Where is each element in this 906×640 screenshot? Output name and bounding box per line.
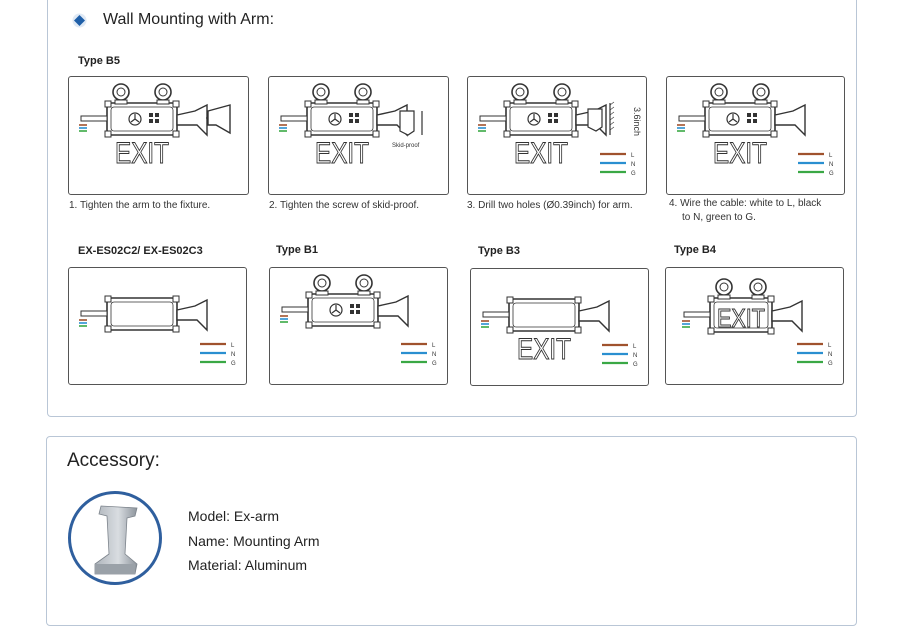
step-1-caption: 1. Tighten the arm to the fixture.: [69, 200, 211, 211]
fixture-housing: [304, 100, 380, 138]
wire-label: L: [231, 343, 235, 349]
wire-label: N: [231, 352, 235, 358]
model-label-b3: Type B3: [478, 245, 520, 257]
mounting-arm-part: [176, 298, 208, 332]
model-b1-diagram: LNG: [269, 267, 448, 385]
wire-label: L: [828, 343, 832, 349]
fixture-housing: [503, 100, 579, 138]
fixture-housing: [702, 100, 778, 138]
lamp-head-icon: [749, 278, 767, 296]
wire-label: N: [829, 162, 833, 168]
dimension-label: 3.6inch: [632, 107, 642, 136]
accessory-material: Material: Aluminum: [188, 557, 308, 573]
mounting-arm-part: [176, 103, 208, 137]
lamp-head-icon: [154, 83, 172, 101]
wire-label: L: [631, 153, 635, 159]
mounting-arm-part: [774, 103, 806, 137]
model-label-b1: Type B1: [276, 244, 318, 256]
step-2-caption: 2. Tighten the screw of skid-proof.: [269, 200, 420, 211]
wire-label: G: [631, 171, 636, 177]
step-4-caption-cont: to N, green to G.: [682, 212, 756, 223]
skid-proof-icon: [399, 110, 415, 136]
accessory-model: Model: Ex-arm: [188, 508, 280, 524]
wire-label: L: [829, 153, 833, 159]
mounting-arm-icon: [94, 505, 138, 575]
drill-bracket-icon: [587, 108, 603, 132]
wire-label: N: [828, 352, 832, 358]
accessory-title: Accessory:: [67, 450, 160, 471]
wire-label: G: [231, 361, 236, 367]
fixture-housing: [104, 100, 180, 138]
arm-piece-icon: [207, 104, 231, 135]
step-3-diagram: EXIT L N G 3.6inch: [467, 76, 647, 195]
lamp-head-icon: [752, 83, 770, 101]
mounting-arm-part: [771, 299, 803, 333]
exit-sign-text: EXIT: [517, 333, 571, 366]
fixture-housing: [506, 296, 582, 334]
exit-sign-text: EXIT: [115, 137, 169, 170]
exit-sign-text: EXIT: [514, 137, 568, 170]
model-label-b4: Type B4: [674, 244, 716, 256]
lamp-head-icon: [312, 83, 330, 101]
exit-sign-text: EXIT: [713, 137, 767, 170]
step-4-caption: 4. Wire the cable: white to L, black: [669, 198, 822, 209]
lamp-head-icon: [511, 83, 529, 101]
fixture-housing: [305, 291, 381, 329]
diamond-bullet-icon: [72, 13, 87, 28]
model-b4-diagram: EXIT L N G: [665, 267, 844, 385]
step-2-diagram: EXIT Skid-proof: [268, 76, 449, 195]
exit-sign-text: EXIT: [717, 303, 765, 333]
mounting-arm-part: [377, 294, 409, 328]
model-label-c2-c3: EX-ES02C2/ EX-ES02C3: [78, 245, 203, 257]
type-b5-label: Type B5: [78, 55, 120, 67]
accessory-panel: [46, 436, 857, 626]
mounting-arm-image: [68, 491, 162, 585]
lamp-head-icon: [715, 278, 733, 296]
lamp-head-icon: [710, 83, 728, 101]
wire-label: N: [432, 352, 436, 358]
step-1-diagram: EXIT: [68, 76, 249, 195]
step-4-diagram: EXIT L N G: [666, 76, 845, 195]
lamp-head-icon: [553, 83, 571, 101]
lamp-head-icon: [313, 274, 331, 292]
mounting-arm-part: [578, 299, 610, 333]
wire-label: G: [828, 361, 833, 367]
wire-label: G: [633, 362, 638, 368]
lamp-head-icon: [355, 274, 373, 292]
fixture-housing: [104, 295, 180, 333]
model-b3-diagram: EXIT L N G: [470, 268, 649, 386]
wire-label: N: [631, 162, 635, 168]
section-title: Wall Mounting with Arm:: [103, 11, 275, 28]
lamp-head-icon: [354, 83, 372, 101]
step-3-caption: 3. Drill two holes (Ø0.39inch) for arm.: [467, 200, 633, 211]
wire-label: L: [633, 344, 637, 350]
wire-label: L: [432, 343, 436, 349]
model-c2-c3-diagram: LNG: [68, 267, 247, 385]
wire-label: N: [633, 353, 637, 359]
accessory-name: Name: Mounting Arm: [188, 533, 320, 549]
wire-label: G: [829, 171, 834, 177]
exit-sign-text: EXIT: [315, 137, 369, 170]
wire-label: G: [432, 361, 437, 367]
skid-proof-label: Skid-proof: [392, 143, 420, 149]
lamp-head-icon: [112, 83, 130, 101]
